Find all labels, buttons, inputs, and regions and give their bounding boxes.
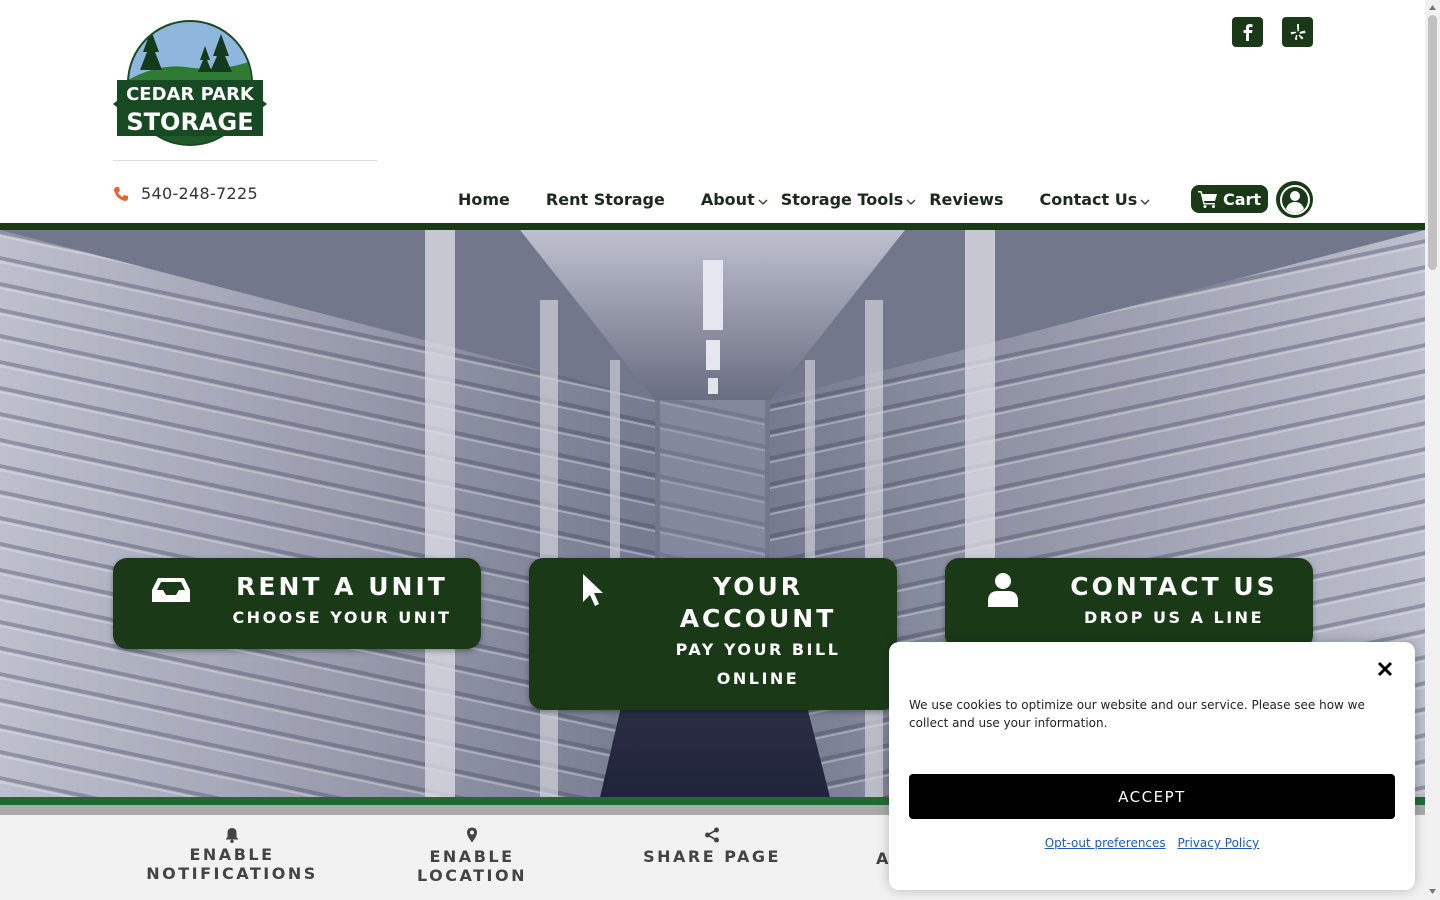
site-header: CEDAR PARK STORAGE 540-248-7225 Home Ren…	[0, 0, 1425, 223]
share-page-button[interactable]: SHARE PAGE	[612, 827, 812, 866]
user-circle-icon	[1279, 184, 1310, 215]
cookie-links: Opt-out preferences Privacy Policy	[889, 836, 1415, 850]
rent-unit-title: RENT A UNIT	[236, 572, 448, 601]
page: CEDAR PARK STORAGE 540-248-7225 Home Ren…	[0, 0, 1425, 900]
contact-us-subtitle: DROP US A LINE	[1083, 608, 1264, 627]
nav-storage-tools[interactable]: Storage Tools	[781, 190, 917, 209]
privacy-policy-link[interactable]: Privacy Policy	[1178, 836, 1260, 850]
logo-line2: STORAGE	[126, 108, 253, 136]
opt-out-preferences-link[interactable]: Opt-out preferences	[1045, 836, 1166, 850]
yelp-icon	[1290, 24, 1305, 40]
your-account-title-2: ACCOUNT	[679, 604, 837, 633]
nav-contact-us-label: Contact Us	[1039, 189, 1138, 209]
phone-link[interactable]: 540-248-7225	[113, 184, 258, 203]
map-pin-icon	[467, 827, 477, 843]
nav-reviews[interactable]: Reviews	[929, 190, 1003, 209]
scrollbar-thumb[interactable]	[1428, 15, 1437, 270]
chevron-down-icon	[906, 199, 916, 205]
chevron-down-icon	[1140, 199, 1150, 205]
nav-home[interactable]: Home	[458, 190, 510, 209]
nav-contact-us[interactable]: Contact Us	[1039, 190, 1150, 209]
enable-notifications-label-1: ENABLE	[189, 845, 275, 864]
rent-unit-subtitle: CHOOSE YOUR UNIT	[232, 608, 452, 627]
enable-notifications-label-2: NOTIFICATIONS	[146, 864, 318, 883]
cookie-consent-dialog: We use cookies to optimize our website a…	[889, 642, 1415, 890]
page-scrollbar[interactable]	[1425, 0, 1440, 900]
phone-icon	[114, 186, 128, 201]
user-icon	[983, 570, 1023, 610]
bell-icon	[225, 828, 239, 843]
header-divider	[113, 160, 377, 161]
chevron-down-icon	[758, 199, 768, 205]
your-account-subtitle-2: ONLINE	[716, 669, 800, 688]
share-icon	[705, 827, 719, 843]
your-account-card[interactable]: YOUR ACCOUNT PAY YOUR BILL ONLINE	[529, 558, 897, 710]
enable-location-button[interactable]: ENABLE LOCATION	[372, 827, 572, 885]
close-icon	[1377, 661, 1393, 677]
cart-button[interactable]: Cart	[1191, 185, 1268, 213]
nav-rent-storage-label: Rent Storage	[545, 189, 665, 209]
phone-number: 540-248-7225	[141, 184, 258, 203]
nav-rent-storage[interactable]: Rent Storage	[546, 190, 665, 209]
header-accent-bar	[0, 223, 1425, 230]
mouse-pointer-icon	[573, 570, 613, 610]
inbox-icon	[151, 570, 191, 610]
site-logo[interactable]: CEDAR PARK STORAGE	[113, 20, 267, 150]
main-nav: Home Rent Storage About Storage Tools Re…	[440, 180, 1150, 218]
facebook-icon	[1243, 24, 1252, 41]
your-account-title-1: YOUR	[712, 572, 803, 601]
yelp-link[interactable]	[1282, 17, 1313, 47]
rent-unit-card[interactable]: RENT A UNIT CHOOSE YOUR UNIT	[113, 558, 481, 649]
contact-us-title: CONTACT US	[1070, 572, 1278, 601]
cart-icon	[1197, 191, 1217, 208]
logo-line1: CEDAR PARK	[126, 84, 255, 105]
enable-notifications-button[interactable]: ENABLE NOTIFICATIONS	[132, 827, 332, 883]
nav-about-label: About	[700, 189, 755, 209]
account-button[interactable]	[1276, 181, 1313, 218]
your-account-subtitle-1: PAY YOUR BILL	[675, 640, 841, 659]
nav-about[interactable]: About	[701, 190, 768, 209]
nav-reviews-label: Reviews	[929, 189, 1004, 209]
share-page-label: SHARE PAGE	[643, 847, 781, 866]
contact-us-card[interactable]: CONTACT US DROP US A LINE	[945, 558, 1313, 649]
nav-storage-tools-label: Storage Tools	[780, 189, 904, 209]
cookie-message: We use cookies to optimize our website a…	[909, 698, 1365, 730]
facebook-link[interactable]	[1232, 17, 1263, 47]
close-button[interactable]	[1374, 658, 1396, 680]
cart-label: Cart	[1222, 189, 1262, 209]
nav-home-label: Home	[458, 189, 510, 209]
scroll-up-arrow-icon[interactable]	[1428, 3, 1437, 12]
accept-button[interactable]: ACCEPT	[909, 774, 1395, 819]
scroll-down-arrow-icon[interactable]	[1428, 887, 1437, 896]
enable-location-label: ENABLE LOCATION	[417, 847, 527, 885]
